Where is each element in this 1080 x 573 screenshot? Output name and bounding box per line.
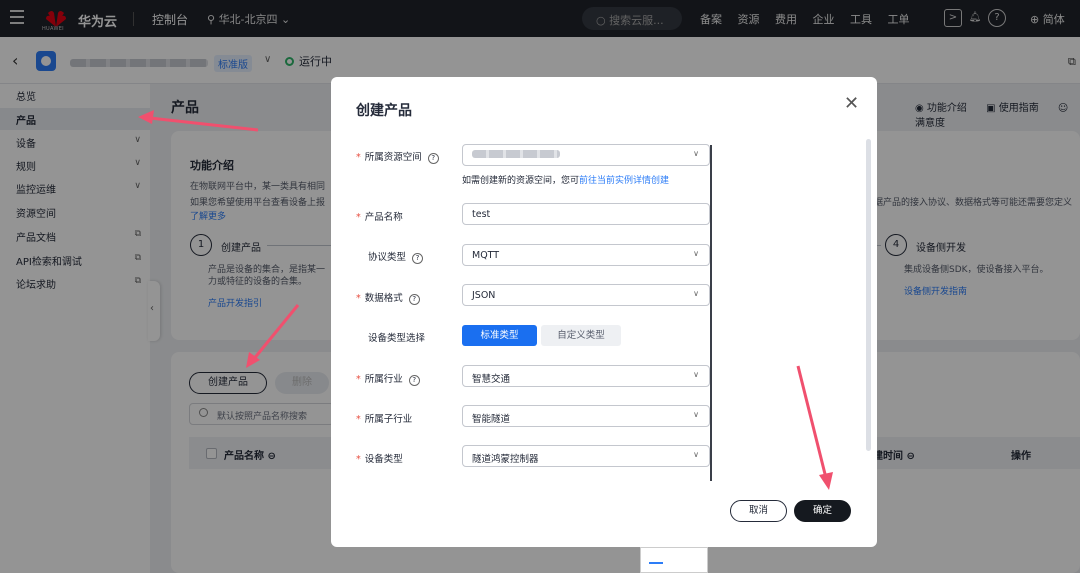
tab-custom-type[interactable]: 自定义类型 [541, 325, 621, 346]
device-type-selection-label: 设备类型选择 [368, 333, 426, 344]
dialog-title: 创建产品 [356, 103, 412, 119]
help-icon[interactable]: ? [412, 253, 424, 264]
resource-space-label: * 所属资源空间? [356, 149, 464, 164]
help-icon[interactable]: ? [427, 153, 439, 164]
data-format-select[interactable]: JSON ∨ [462, 284, 710, 306]
required-mark: * [356, 414, 361, 425]
resource-space-select[interactable]: ∨ [462, 144, 710, 166]
help-icon[interactable]: ? [408, 375, 420, 386]
label-text: 所属资源空间 [364, 152, 422, 163]
chevron-down-icon: ∨ [693, 249, 699, 258]
product-name-label: * 产品名称 [356, 209, 464, 223]
label-text: 设备类型 [364, 454, 403, 465]
label-text: 协议类型 [368, 252, 407, 263]
label-text: 数据格式 [364, 293, 403, 304]
confirm-button[interactable]: 确定 [794, 500, 851, 522]
chevron-down-icon: ∨ [693, 289, 699, 298]
sub-industry-select[interactable]: 智能隧道 ∨ [462, 405, 710, 427]
label-text: 所属子行业 [364, 414, 413, 425]
sub-industry-label: * 所属子行业 [356, 411, 464, 425]
chevron-down-icon: ∨ [693, 149, 699, 158]
industry-label: * 所属行业? [356, 371, 464, 386]
resource-space-hint: 如需创建新的资源空间，您可前往当前实例详情创建 [462, 173, 669, 186]
device-type-select[interactable]: 隧道鸿蒙控制器 ∨ [462, 445, 710, 467]
selected-value: MQTT [472, 250, 500, 261]
create-product-dialog: 创建产品 ✕ * 所属资源空间? ∨ 如需创建新的资源空间，您可前往当前实例详情创… [331, 77, 877, 547]
required-mark: * [356, 293, 361, 304]
help-icon[interactable]: ? [408, 294, 420, 305]
label-text: 所属行业 [364, 374, 403, 385]
selected-value: JSON [472, 290, 496, 301]
protocol-select[interactable]: MQTT ∨ [462, 244, 710, 266]
hint-text: 如需创建新的资源空间，您可 [462, 176, 580, 186]
label-text: 产品名称 [364, 212, 403, 223]
selected-value: 隧道鸿蒙控制器 [472, 454, 539, 465]
divider [710, 145, 712, 481]
data-format-label: * 数据格式? [356, 290, 464, 305]
chevron-down-icon: ∨ [693, 450, 699, 459]
selected-value: 智能隧道 [472, 414, 511, 425]
dialog-scrollbar[interactable] [866, 139, 871, 451]
required-mark: * [356, 374, 361, 385]
required-mark: * [356, 212, 361, 223]
close-icon[interactable]: ✕ [844, 93, 859, 114]
product-name-input[interactable]: test [462, 203, 710, 225]
protocol-label: 协议类型? [356, 249, 464, 264]
create-space-link[interactable]: 前往当前实例详情创建 [579, 176, 669, 186]
widget-bar-icon [649, 562, 663, 564]
device-type-label: * 设备类型 [356, 451, 464, 465]
required-mark: * [356, 152, 361, 163]
tab-standard-type[interactable]: 标准类型 [462, 325, 537, 346]
selected-value: 智慧交通 [472, 374, 511, 385]
industry-select[interactable]: 智慧交通 ∨ [462, 365, 710, 387]
chevron-down-icon: ∨ [693, 410, 699, 419]
redacted-value [472, 150, 560, 158]
cancel-button[interactable]: 取消 [730, 500, 787, 522]
background-widget [640, 547, 708, 573]
chevron-down-icon: ∨ [693, 370, 699, 379]
required-mark: * [356, 454, 361, 465]
